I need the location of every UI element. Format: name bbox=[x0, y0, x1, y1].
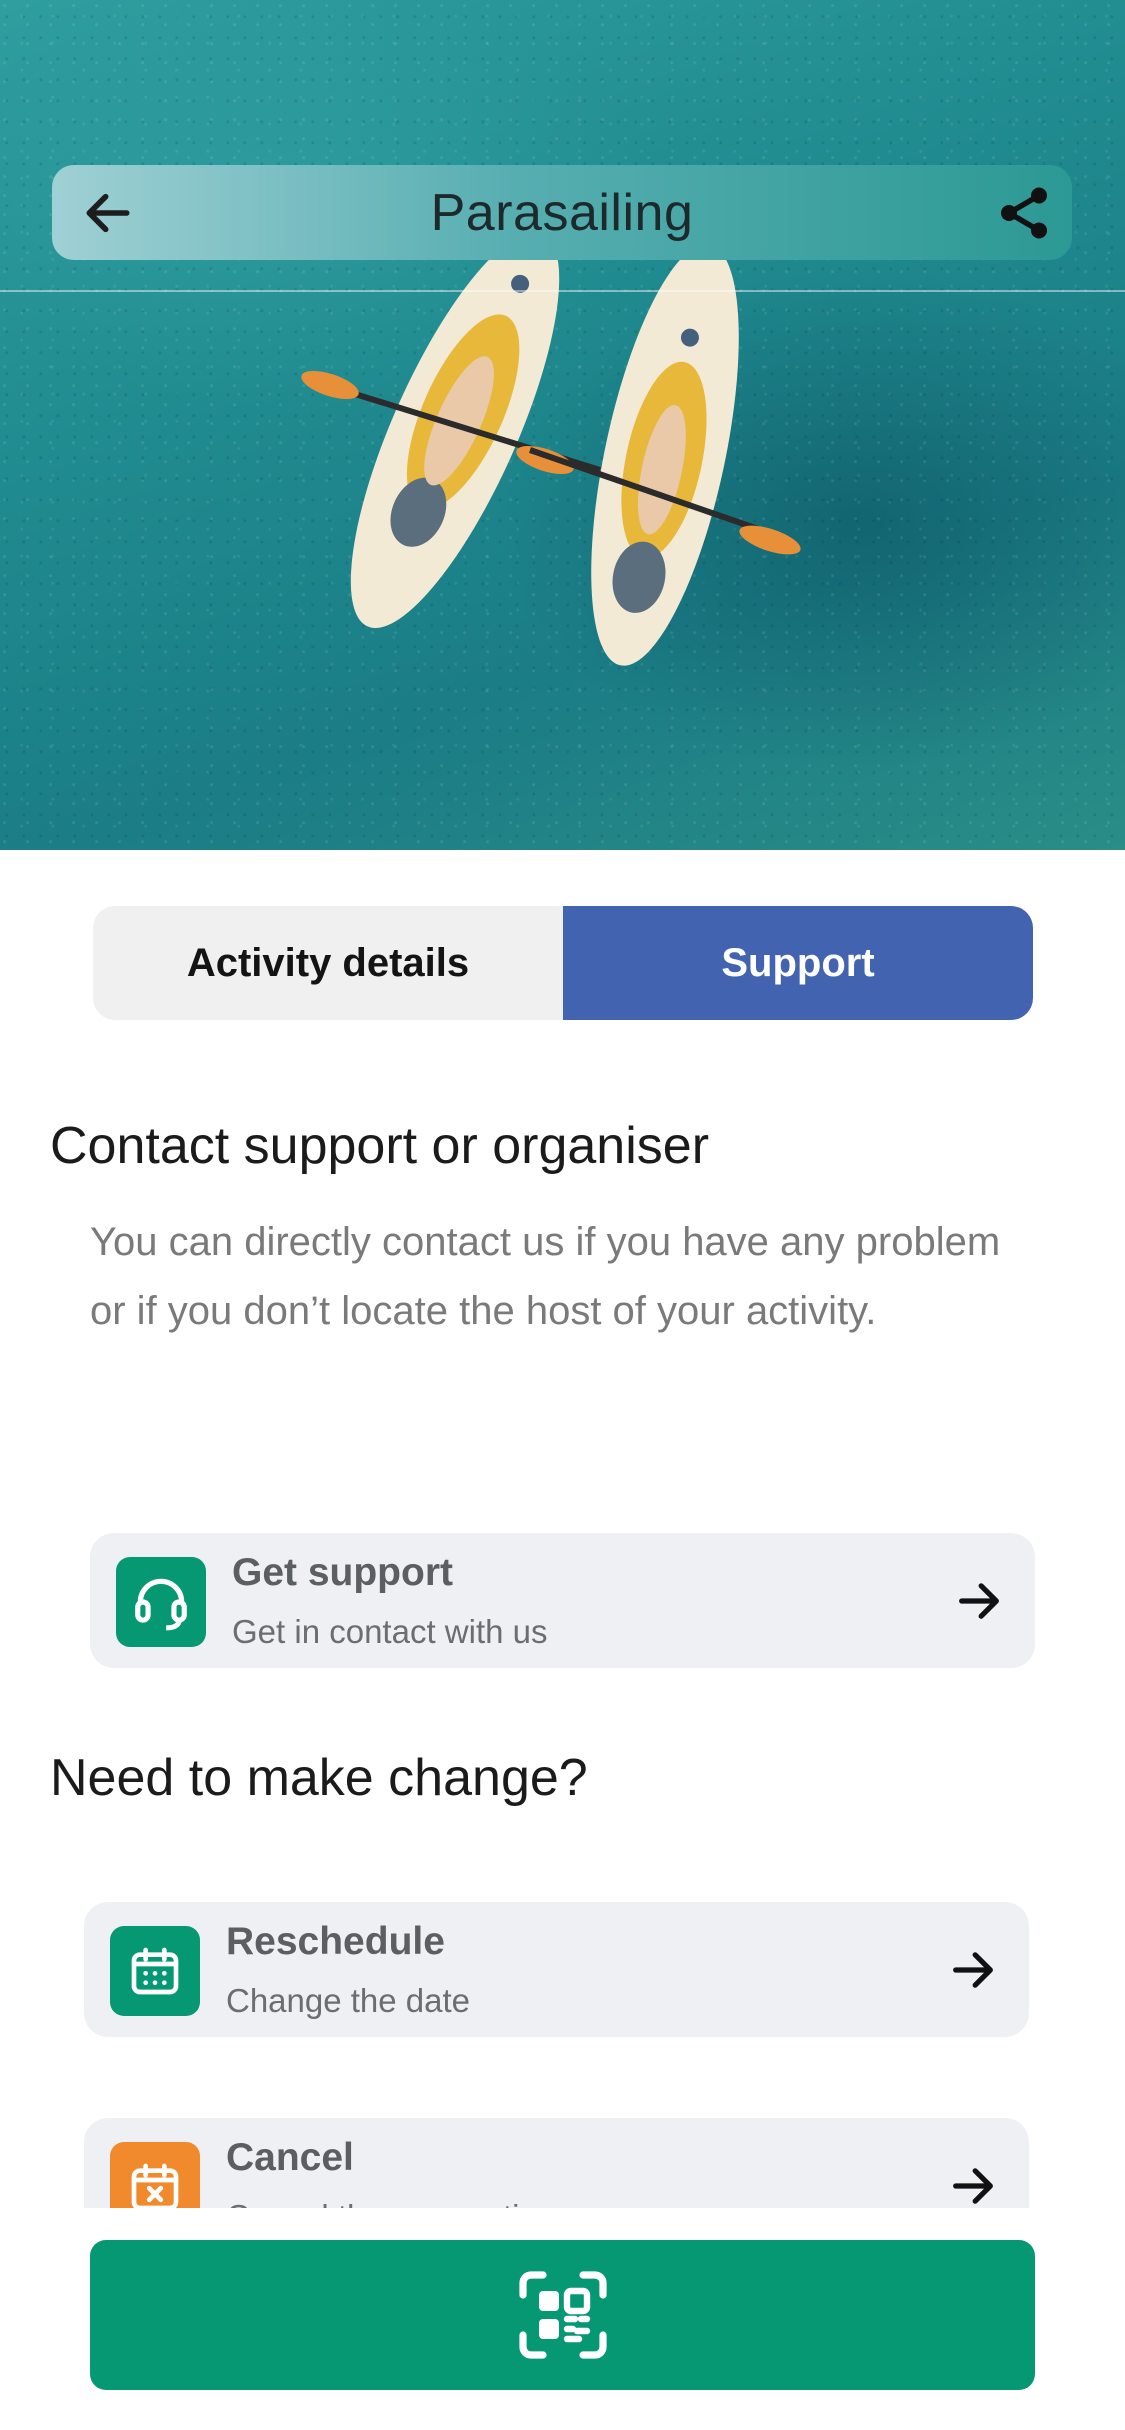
get-support-subtitle: Get in contact with us bbox=[232, 1613, 548, 1650]
tab-support[interactable]: Support bbox=[563, 906, 1033, 1020]
arrow-right-icon bbox=[953, 1952, 993, 1988]
reschedule-title: Reschedule bbox=[226, 1920, 445, 1963]
top-nav-bar: Parasailing bbox=[52, 165, 1072, 260]
share-button[interactable] bbox=[988, 177, 1060, 249]
contact-section-description: You can directly contact us if you have … bbox=[90, 1220, 1001, 1333]
tab-activity-details[interactable]: Activity details bbox=[93, 906, 563, 1020]
arrow-right-icon bbox=[953, 2168, 993, 2204]
reschedule-subtitle: Change the date bbox=[226, 1982, 471, 2019]
get-support-title: Get support bbox=[232, 1551, 453, 1594]
hero-image bbox=[0, 0, 1125, 850]
arrow-right-icon bbox=[959, 1583, 999, 1619]
scan-qr-button[interactable] bbox=[90, 2240, 1035, 2390]
page-title: Parasailing bbox=[430, 183, 694, 242]
get-support-card[interactable]: Get support Get in contact with us bbox=[90, 1533, 1035, 1668]
contact-section-title: Contact support or organiser bbox=[50, 1117, 710, 1175]
change-section-title: Need to make change? bbox=[50, 1749, 588, 1807]
segmented-tabs: Activity details Support bbox=[93, 906, 1033, 1020]
hero-divider-line bbox=[0, 290, 1125, 292]
qr-scan-icon bbox=[518, 2271, 607, 2359]
cancel-title: Cancel bbox=[226, 2136, 354, 2179]
calendar-icon bbox=[110, 1926, 200, 2016]
arrow-left-icon bbox=[86, 193, 130, 233]
kayaks-illustration bbox=[301, 231, 801, 666]
back-button[interactable] bbox=[72, 177, 144, 249]
headset-icon bbox=[116, 1557, 206, 1647]
reschedule-card[interactable]: Reschedule Change the date bbox=[84, 1902, 1029, 2037]
share-icon bbox=[1001, 187, 1047, 239]
